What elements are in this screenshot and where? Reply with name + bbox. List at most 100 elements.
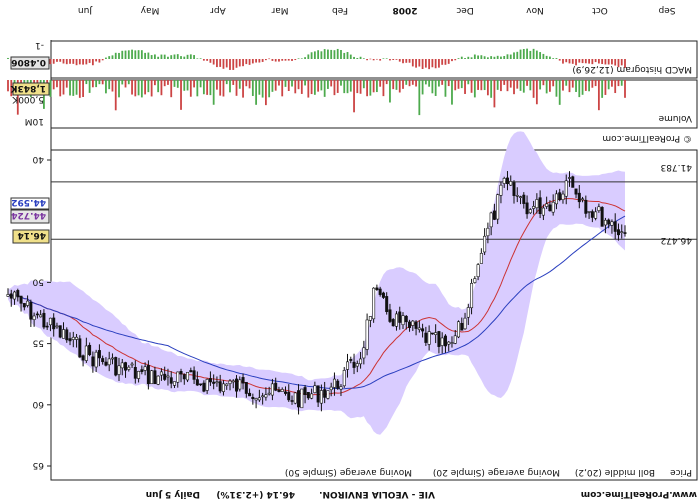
macd-bar [470,57,473,59]
macd-bar [291,59,293,61]
macd-bar [300,58,303,59]
x-axis-label: Sep [658,5,675,15]
x-axis-label: Dec [456,5,473,15]
volume-bar [405,80,408,85]
volume-bar [336,80,339,93]
volume-bar [261,80,264,98]
volume-bar [601,80,604,98]
macd-bar [565,59,568,63]
macd-bar [464,58,466,59]
candle [391,318,395,327]
volume-bar [278,80,280,86]
volume-bar [157,80,160,93]
volume-bar [467,80,470,85]
macd-bar [235,59,238,68]
volume-bar [581,80,584,95]
macd-bar [264,59,267,61]
volume-bar [539,80,542,90]
volume-bar [480,80,483,91]
macd-bar [170,55,173,59]
macd-bar [473,54,476,59]
macd-bar [163,54,166,59]
macd-bar [111,55,114,59]
volume-bar [490,80,493,98]
macd-bar [154,54,156,59]
volume-bar [441,80,444,85]
macd-bar [493,56,496,59]
macd-bar [451,59,453,62]
volume-bar [222,80,225,97]
macd-bar [539,52,542,59]
candle [326,390,330,400]
volume-bar [304,80,306,86]
macd-bar [460,56,463,59]
volume-value: 1,843K [10,83,46,93]
volume-bar [167,80,169,85]
volume-bar [176,80,179,88]
volume-bar [483,80,486,91]
macd-bar [434,59,437,69]
volume-bar [242,80,244,98]
macd-bar [101,59,104,61]
volume-bar [552,80,555,87]
macd-value: 0.4806 [11,57,46,67]
macd-bar [209,59,212,63]
x-axis-label: Feb [332,5,348,15]
macd-bar [183,56,186,59]
macd-bar [389,59,391,61]
macd-bar [193,55,195,59]
macd-bar [369,58,372,60]
volume-bar [385,80,388,85]
macd-bar [568,59,571,64]
macd-bar [588,59,590,64]
volume-bar [150,80,153,97]
volume-bar [411,80,414,85]
macd-bar [176,54,179,59]
macd-bar [98,59,101,63]
volume-bar [379,80,382,87]
volume-bar [513,80,515,95]
volume-bar [375,80,378,93]
chart-stage: www.ProRealTime.com VIE - VEOLIA ENVIRON… [0,0,700,500]
volume-bar [496,80,499,90]
macd-bar [167,56,169,59]
macd-bar [503,56,506,59]
volume-bar [284,80,287,87]
macd-bar [82,59,84,65]
volume-bar [558,80,561,105]
macd-bar [108,56,111,59]
macd-tick-0: -1 [35,40,44,50]
volume-bar [62,80,65,95]
volume-bar [447,80,450,87]
volume-bar [160,80,163,96]
x-axis-label: Nov [526,5,544,15]
macd-bar [85,59,88,65]
macd-bar [597,59,600,64]
volume-bar [477,80,479,90]
volume-bar [245,80,248,87]
macd-bar [248,59,251,65]
macd-bar [604,59,607,65]
volume-bar [395,80,398,90]
macd-bar [88,59,91,63]
volume-bar [91,80,94,88]
macd-bar [467,56,470,59]
macd-bar [428,59,431,70]
macd-bar [69,59,71,64]
macd-bar [405,59,408,63]
volume-bar [424,80,427,85]
volume-bar [95,80,98,88]
macd-bar [581,59,584,64]
volume-bar [486,80,489,96]
macd-bar [421,59,424,70]
volume-bar [428,80,431,87]
volume-bar [121,80,124,85]
candle [571,175,575,188]
volume-bar [248,80,251,89]
candle [473,276,477,284]
volume-bar [555,80,558,97]
volume-bar [65,80,68,88]
volume-bar [189,80,192,97]
macd-bar [542,53,545,59]
macd-bar [398,59,401,62]
